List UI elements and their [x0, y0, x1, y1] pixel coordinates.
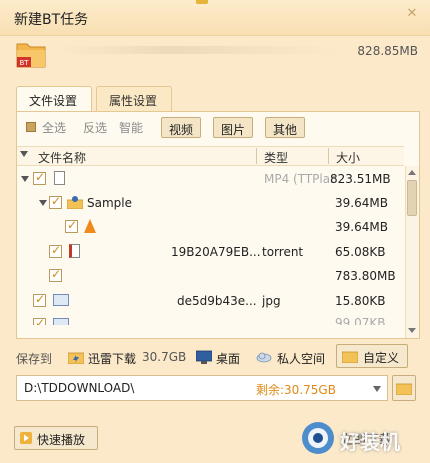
filter-other-button[interactable]: 其他 — [265, 117, 306, 138]
file-size: 39.64MB — [335, 196, 388, 210]
remaining-space: 剩余:30.75GB — [256, 383, 336, 397]
xunlei-free-space: 30.7GB — [142, 350, 187, 364]
save-xunlei-option[interactable]: 迅雷下载 30.7GB — [68, 347, 186, 369]
file-name: Sample — [87, 196, 132, 210]
watermark-text: 好装机 — [340, 430, 400, 454]
invert-selection-link[interactable]: 反选 — [83, 119, 107, 136]
file-name: 19B20A79EB... — [171, 245, 261, 259]
cloud-icon — [256, 352, 272, 363]
select-all-checkbox[interactable] — [26, 122, 36, 132]
image-file-icon — [53, 318, 69, 325]
column-type-header[interactable]: 类型 — [264, 149, 288, 166]
row-checkbox[interactable] — [65, 218, 78, 233]
desktop-icon — [196, 350, 212, 364]
row-checkbox[interactable] — [49, 194, 62, 209]
private-space-label: 私人空间 — [277, 352, 326, 366]
file-size: 15.80KB — [335, 294, 386, 308]
folder-user-icon — [67, 196, 83, 209]
save-path-value[interactable]: D:\TDDOWNLOAD\ — [24, 381, 134, 395]
total-size: 828.85MB — [357, 44, 418, 58]
quick-play-label: 快速播放 — [37, 433, 86, 447]
table-row[interactable]: MP4 (TTPlar 823.51MB — [17, 167, 404, 191]
select-all-link[interactable]: 全选 — [42, 119, 66, 136]
custom-location-button[interactable]: 自定义 — [336, 344, 408, 368]
file-size: 65.08KB — [335, 245, 386, 259]
file-size: 823.51MB — [330, 172, 391, 186]
row-checkbox[interactable] — [33, 170, 46, 185]
file-type: MP4 (TTPlar — [264, 172, 336, 186]
column-divider[interactable] — [256, 148, 257, 164]
scroll-thumb[interactable] — [407, 180, 417, 216]
save-to-label: 保存到 — [16, 352, 53, 366]
row-checkbox[interactable] — [49, 267, 62, 282]
open-folder-icon — [396, 383, 412, 395]
close-button[interactable]: ✕ — [405, 7, 419, 21]
scroll-up-icon[interactable] — [408, 170, 416, 175]
watermark: 好装机 — [300, 418, 420, 458]
row-checkbox[interactable] — [33, 292, 46, 307]
save-private-space-option[interactable]: 私人空间 — [256, 347, 332, 369]
torrent-file-icon — [69, 244, 80, 258]
save-desktop-option[interactable]: 桌面 — [196, 347, 246, 369]
collapse-all-icon[interactable] — [20, 151, 28, 157]
quick-play-button[interactable]: 快速播放 — [14, 426, 98, 450]
image-file-icon — [53, 294, 69, 306]
bt-folder-icon: BT — [16, 43, 46, 68]
column-name-header[interactable]: 文件名称 — [38, 149, 86, 166]
file-size: 99.07KB — [335, 316, 386, 325]
file-type: torrent — [262, 245, 304, 259]
folder-icon — [342, 351, 358, 363]
browse-folder-button[interactable] — [392, 375, 416, 401]
play-icon — [20, 432, 32, 444]
top-decoration — [196, 0, 208, 4]
table-row[interactable]: 783.80MB — [17, 264, 404, 288]
column-divider[interactable] — [328, 148, 329, 164]
vlc-icon — [84, 219, 96, 233]
smart-select-link[interactable]: 智能 — [119, 119, 143, 136]
expand-icon[interactable] — [39, 200, 47, 206]
file-size: 39.64MB — [335, 220, 388, 234]
file-size: 783.80MB — [335, 269, 396, 283]
filter-image-button[interactable]: 图片 — [213, 117, 254, 138]
row-checkbox[interactable] — [33, 316, 46, 325]
xunlei-folder-icon — [68, 352, 84, 364]
file-name: de5d9b43e... — [177, 294, 257, 308]
expand-icon[interactable] — [21, 176, 29, 182]
table-row[interactable]: 99.07KB — [17, 313, 404, 325]
column-size-header[interactable]: 大小 — [336, 149, 360, 166]
table-row[interactable]: 19B20A79EB... torrent 65.08KB — [17, 240, 404, 264]
watermark-logo-icon — [302, 422, 334, 454]
file-type: jpg — [262, 294, 281, 308]
window-title: 新建BT任务 — [14, 12, 89, 28]
table-row[interactable]: 39.64MB — [17, 215, 404, 239]
row-checkbox[interactable] — [49, 243, 62, 258]
desktop-label: 桌面 — [216, 352, 241, 366]
custom-label: 自定义 — [363, 351, 400, 365]
chevron-down-icon[interactable] — [373, 386, 381, 392]
tab-file-settings[interactable]: 文件设置 — [16, 86, 92, 112]
svg-text:BT: BT — [20, 59, 30, 67]
table-row[interactable]: de5d9b43e... jpg 15.80KB — [17, 289, 404, 313]
tab-property-settings[interactable]: 属性设置 — [96, 86, 172, 112]
scroll-down-icon[interactable] — [408, 328, 416, 333]
file-icon — [54, 171, 65, 185]
table-row[interactable]: Sample 39.64MB — [17, 191, 404, 215]
filter-video-button[interactable]: 视频 — [161, 117, 202, 138]
task-name-blurred — [58, 46, 338, 54]
xunlei-label: 迅雷下载 — [88, 352, 137, 366]
